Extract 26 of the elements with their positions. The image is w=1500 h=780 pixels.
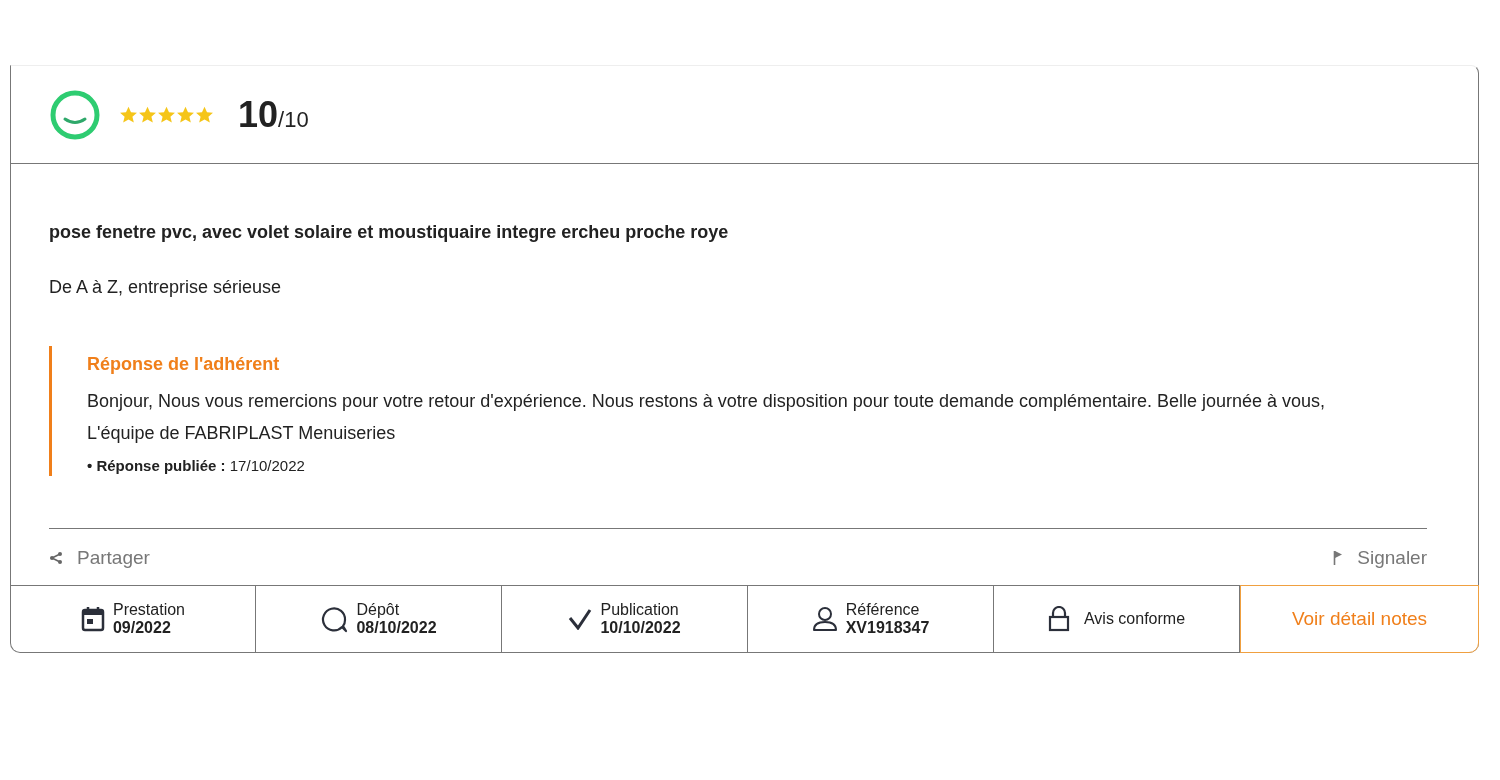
response-text: Bonjour, Nous vous remercions pour votre retour d'expérience. Nous restons à votre disposition pour toute demande complémentaire. Belle journée à vous, L'équipe de FABRIPLAST Menuiseries bbox=[87, 390, 1327, 445]
speech-bubble-icon bbox=[320, 605, 349, 633]
share-button[interactable]: Partager bbox=[49, 547, 150, 569]
score: 10/10 bbox=[238, 93, 309, 136]
info-value: 09/2022 bbox=[112, 619, 172, 637]
response-heading: Réponse de l'adhérent bbox=[87, 354, 281, 375]
response-date: • Réponse publiée : 17/10/2022 bbox=[87, 457, 306, 474]
flag-icon bbox=[1333, 550, 1344, 566]
user-icon bbox=[811, 606, 838, 632]
info-label: Référence bbox=[845, 601, 921, 619]
info-value: XV1918347 bbox=[845, 619, 930, 637]
review-text: De A à Z, entreprise sérieuse bbox=[49, 277, 283, 298]
details-button[interactable]: Voir détail notes bbox=[1240, 585, 1479, 653]
info-value: 10/10/2022 bbox=[600, 619, 681, 637]
info-label: Avis conforme bbox=[1083, 610, 1186, 628]
info-label: Dépôt bbox=[356, 601, 401, 619]
info-label: Prestation bbox=[112, 601, 185, 619]
report-button[interactable]: Signaler bbox=[1333, 547, 1427, 569]
calendar-icon bbox=[80, 606, 105, 632]
review-title: pose fenetre pvc, avec volet solaire et moustiquaire integre ercheu proche roye bbox=[49, 222, 730, 243]
share-icon bbox=[49, 551, 63, 565]
lock-icon bbox=[1047, 606, 1070, 632]
checkmark-icon bbox=[568, 608, 593, 630]
info-value: 08/10/2022 bbox=[356, 619, 437, 637]
smiley-icon bbox=[49, 88, 101, 141]
info-label: Publication bbox=[600, 601, 680, 619]
